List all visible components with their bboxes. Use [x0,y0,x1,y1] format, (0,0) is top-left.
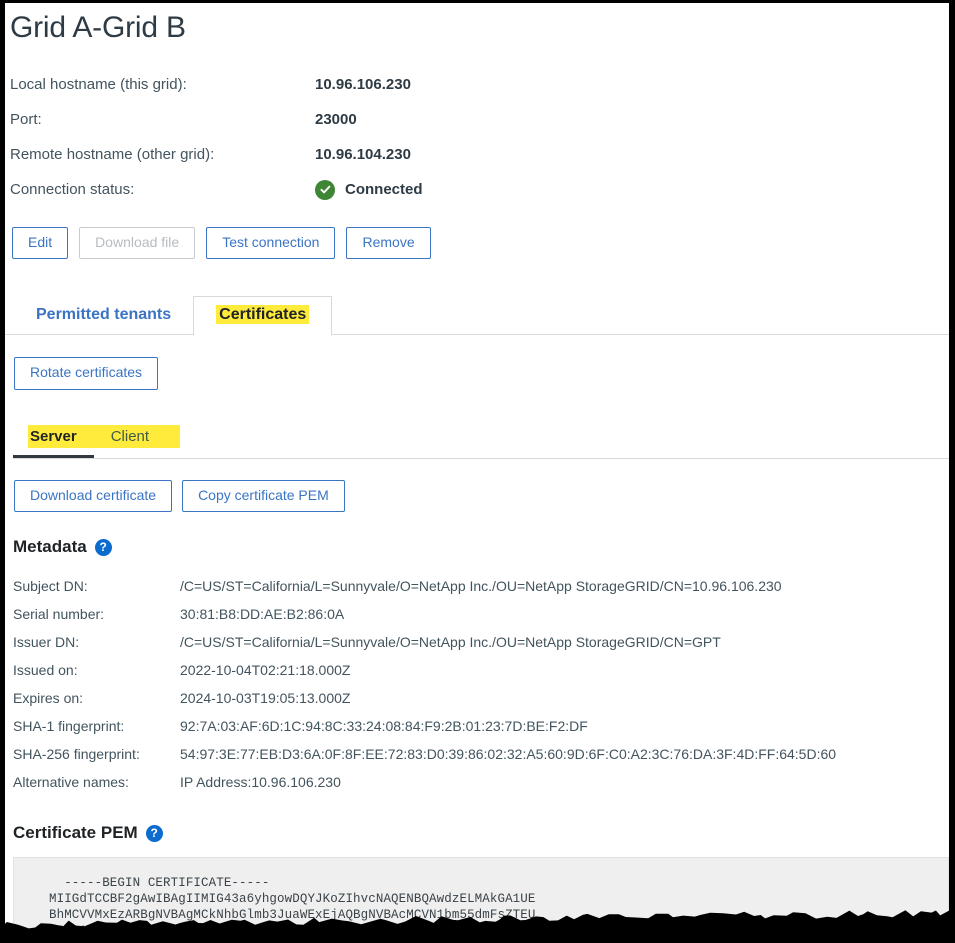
meta-label: Serial number: [13,606,105,623]
info-row-connection-status: Connection status: Connected [10,172,949,207]
info-row-local-hostname: Local hostname (this grid): 10.96.106.23… [10,67,949,102]
status-label: Connected [345,181,423,198]
table-row: Alternative names: IP Address:10.96.106.… [13,768,949,796]
page-title: Grid A-Grid B [10,11,186,44]
meta-label: SHA-1 fingerprint: [13,718,125,735]
edit-button[interactable]: Edit [12,227,69,260]
table-row: Subject DN: /C=US/ST=California/L=Sunnyv… [13,572,949,600]
page-content: Grid A-Grid B Local hostname (this grid)… [5,3,949,943]
rotate-button-row: Rotate certificates [14,357,949,390]
subtab-server[interactable]: Server [13,425,94,458]
info-label: Port: [10,111,42,128]
remove-button[interactable]: Remove [346,227,431,260]
download-file-button: Download file [79,227,196,260]
pem-line: -----BEGIN CERTIFICATE----- [49,876,270,891]
table-row: SHA-256 fingerprint: 54:97:3E:77:EB:D3:6… [13,740,949,768]
download-certificate-button[interactable]: Download certificate [14,479,173,513]
action-button-row: Edit Download file Test connection Remov… [12,227,949,260]
table-row: SHA-1 fingerprint: 92:7A:03:AF:6D:1C:94:… [13,712,949,740]
check-circle-icon [315,179,335,200]
info-row-remote-hostname: Remote hostname (other grid): 10.96.104.… [10,137,949,172]
metadata-table: Subject DN: /C=US/ST=California/L=Sunnyv… [13,572,949,796]
meta-label: Issuer DN: [13,634,80,651]
certificate-pem-heading: Certificate PEM ? [13,823,949,843]
subtab-client[interactable]: Client [94,425,166,458]
page-frame-left [0,0,5,943]
tab-label: Certificates [216,304,310,324]
tab-permitted-tenants[interactable]: Permitted tenants [14,296,193,336]
help-circle-icon[interactable]: ? [94,538,112,556]
meta-value: 2022-10-04T02:21:18.000Z [180,662,351,679]
status-badge: Connected [315,179,423,200]
info-value: 23000 [315,111,357,128]
tab-certificates[interactable]: Certificates [193,295,333,337]
meta-value: IP Address:10.96.106.230 [180,774,341,791]
page-frame-top [0,0,955,3]
meta-label: Issued on: [13,662,78,679]
test-connection-button[interactable]: Test connection [206,227,336,260]
metadata-heading-label: Metadata [13,537,87,557]
meta-value: 92:7A:03:AF:6D:1C:94:8C:33:24:08:84:F9:2… [180,718,588,735]
pem-line: MBIGA1UECgwLTmVyQXBwIEluYy4xGzAZBgNVBAsM… [49,924,536,938]
meta-value: 54:97:3E:77:EB:D3:6A:0F:8F:EE:72:83:D0:3… [180,746,837,763]
rotate-certificates-button[interactable]: Rotate certificates [14,357,159,390]
page-frame-right [949,0,955,943]
connection-info-table: Local hostname (this grid): 10.96.106.23… [10,67,949,207]
copy-certificate-pem-button[interactable]: Copy certificate PEM [182,479,345,513]
info-row-port: Port: 23000 [10,102,949,137]
info-value: 10.96.104.230 [315,146,411,163]
metadata-heading: Metadata ? [13,537,949,557]
meta-label: SHA-256 fingerprint: [13,746,140,763]
certificate-pem-box[interactable]: -----BEGIN CERTIFICATE----- MIIGdTCCBF2g… [13,857,949,938]
certificate-action-row: Download certificate Copy certificate PE… [14,479,949,513]
table-row: Expires on: 2024-10-03T19:05:13.000Z [13,684,949,712]
meta-value: /C=US/ST=California/L=Sunnyvale/O=NetApp… [180,634,721,651]
info-label: Local hostname (this grid): [10,76,187,93]
certificate-subtab-strip: Server Client [5,424,949,459]
meta-label: Alternative names: [13,774,129,791]
primary-tab-strip: Permitted tenants Certificates [5,291,949,337]
tab-label: Permitted tenants [36,305,172,323]
help-circle-icon[interactable]: ? [145,824,163,842]
meta-value: 30:81:B8:DD:AE:B2:86:0A [180,606,345,623]
certificate-pem-heading-label: Certificate PEM [13,823,138,843]
table-row: Issued on: 2022-10-04T02:21:18.000Z [13,656,949,684]
subtab-label: Client [110,427,150,445]
meta-value: /C=US/ST=California/L=Sunnyvale/O=NetApp… [180,578,782,595]
subtab-label: Server [30,427,77,445]
table-row: Serial number: 30:81:B8:DD:AE:B2:86:0A [13,600,949,628]
pem-line: BhMCVVMxEzARBgNVBAgMCkNhbGlmb3JuaWExEjAQ… [49,908,536,923]
pem-line: MIIGdTCCBF2gAwIBAgIIMIG43a6yhgowDQYJKoZI… [49,892,536,907]
info-label: Remote hostname (other grid): [10,146,215,163]
meta-label: Expires on: [13,690,84,707]
info-value: 10.96.106.230 [315,76,411,93]
table-row: Issuer DN: /C=US/ST=California/L=Sunnyva… [13,628,949,656]
meta-value: 2024-10-03T19:05:13.000Z [180,690,351,707]
info-label: Connection status: [10,181,135,198]
meta-label: Subject DN: [13,578,88,595]
